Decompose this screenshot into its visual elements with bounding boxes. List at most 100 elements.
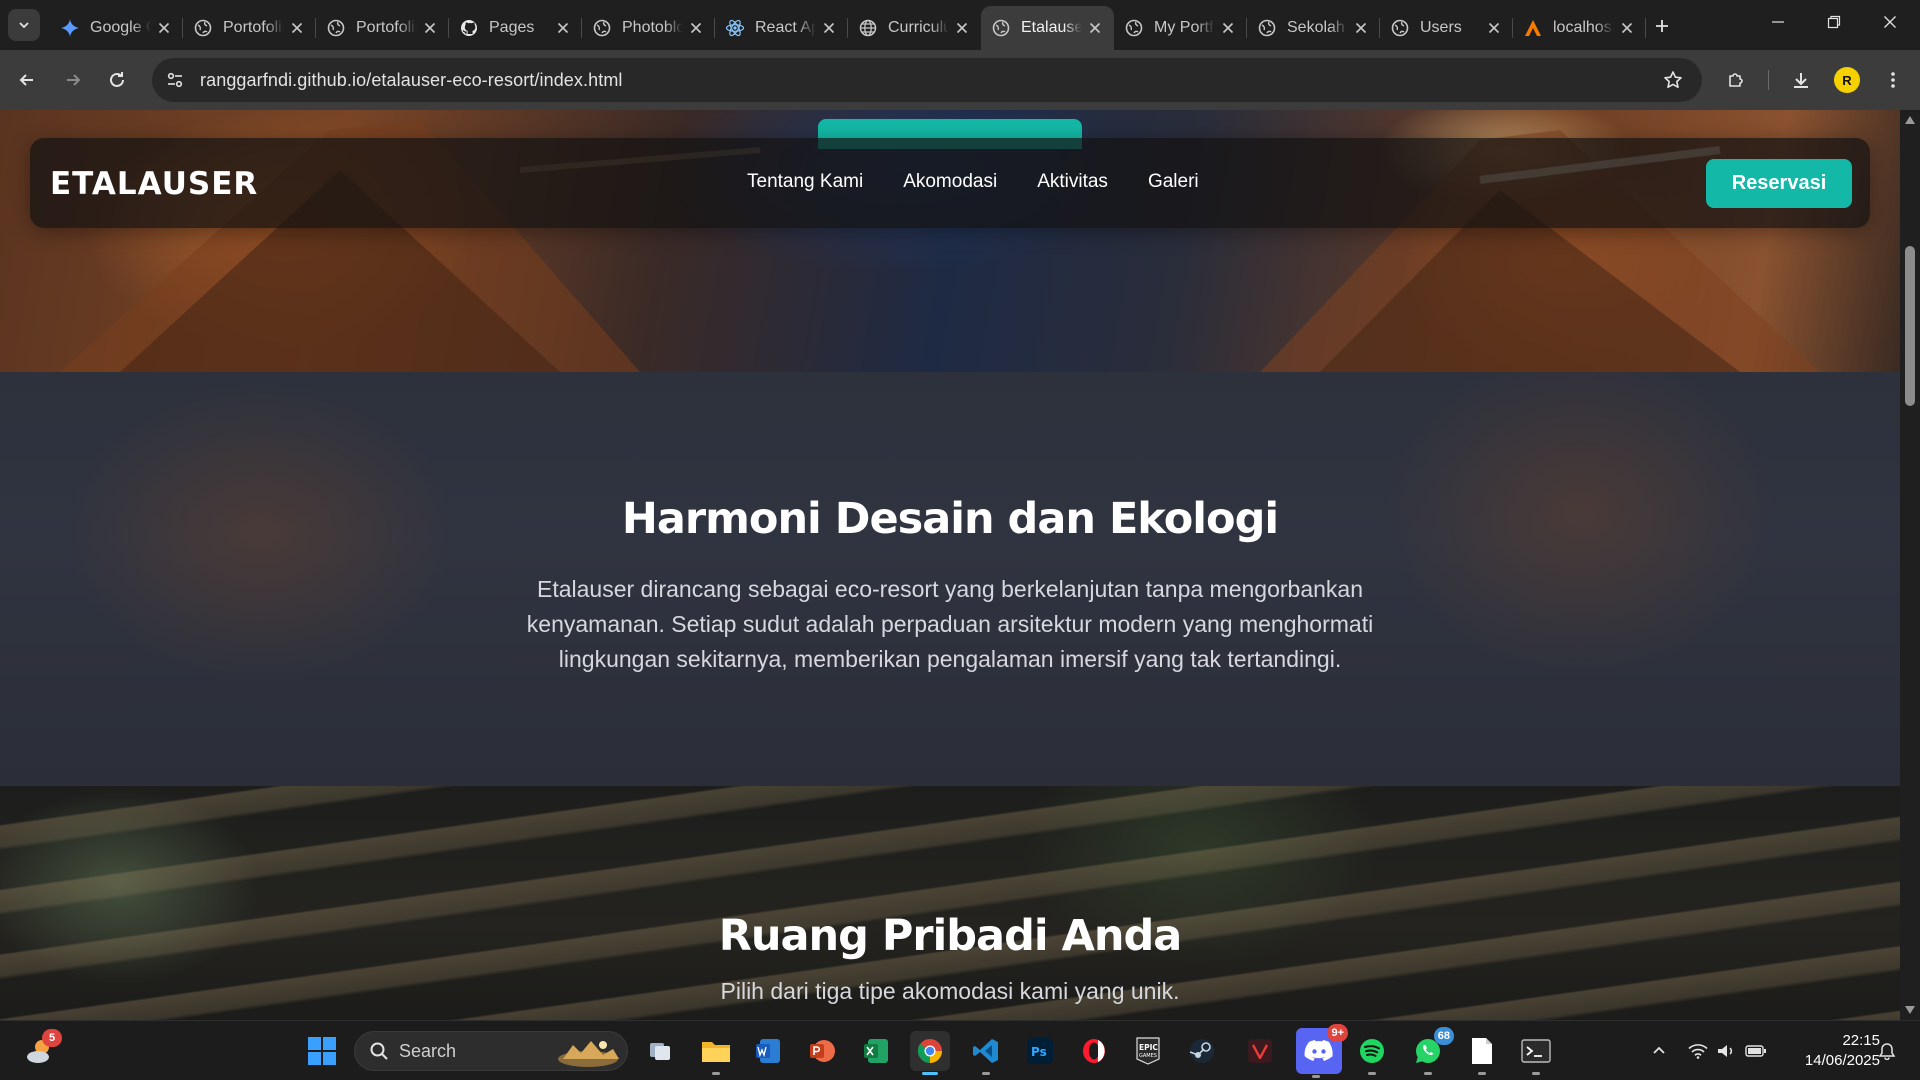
taskbar-app-vivaldi[interactable] — [1240, 1031, 1280, 1071]
menu-button[interactable] — [1876, 63, 1910, 97]
tab-close-button[interactable] — [1352, 19, 1370, 37]
whatsapp-badge: 68 — [1433, 1027, 1454, 1045]
taskbar-app-photoshop[interactable]: Ps — [1020, 1031, 1060, 1071]
taskbar-search-box[interactable]: Search — [354, 1031, 628, 1071]
taskbar-app-powerpoint[interactable] — [802, 1031, 842, 1071]
browser-tab[interactable]: Curriculum — [848, 6, 981, 50]
running-indicator — [1478, 1072, 1486, 1075]
new-tab-button[interactable] — [1648, 12, 1676, 40]
taskbar-app-steam[interactable] — [1182, 1031, 1222, 1071]
tab-close-button[interactable] — [288, 19, 306, 37]
show-hidden-icons-button[interactable] — [1644, 1021, 1674, 1080]
file-explorer-icon — [701, 1038, 731, 1064]
react-icon — [725, 18, 745, 38]
battery-status[interactable] — [1742, 1021, 1770, 1080]
site-logo[interactable]: ETALAUSER — [50, 166, 258, 202]
start-button[interactable] — [302, 1031, 342, 1071]
taskbar-app-whatsapp[interactable]: 68 — [1408, 1027, 1454, 1075]
bookmark-button[interactable] — [1656, 63, 1690, 97]
site-info-button[interactable] — [158, 63, 192, 97]
taskbar-app-task-view[interactable] — [640, 1031, 680, 1071]
nav-link-galeri[interactable]: Galeri — [1148, 171, 1199, 193]
taskbar-app-discord[interactable]: 9+ — [1296, 1024, 1348, 1078]
taskbar-app-spotify[interactable] — [1352, 1031, 1392, 1075]
forward-button[interactable] — [56, 63, 90, 97]
taskbar-app-notepad[interactable] — [1462, 1031, 1502, 1075]
browser-tab[interactable]: My Portfolio — [1114, 6, 1247, 50]
downloads-button[interactable] — [1784, 63, 1818, 97]
opera-icon — [1080, 1037, 1108, 1065]
url-text[interactable]: ranggarfndi.github.io/etalauser-eco-reso… — [200, 70, 623, 91]
extensions-button[interactable] — [1719, 63, 1753, 97]
browser-tab[interactable]: Portofolio — [183, 6, 316, 50]
taskbar-app-vscode[interactable] — [966, 1031, 1006, 1075]
taskbar-app-terminal[interactable] — [1516, 1031, 1556, 1075]
browser-tab[interactable]: Users — [1380, 6, 1513, 50]
close-icon — [956, 22, 968, 34]
taskbar-app-word[interactable] — [748, 1031, 788, 1071]
nav-link-aktivitas[interactable]: Aktivitas — [1037, 171, 1108, 193]
svg-text:GAMES: GAMES — [1139, 1053, 1157, 1059]
tab-close-button[interactable] — [1485, 19, 1503, 37]
nav-link-akomodasi[interactable]: Akomodasi — [903, 171, 997, 193]
minimize-icon — [1772, 21, 1784, 23]
reservasi-button[interactable]: Reservasi — [1706, 159, 1852, 208]
scroll-thumb[interactable] — [1905, 246, 1915, 406]
close-icon — [1222, 22, 1234, 34]
toolbar-divider — [1768, 70, 1769, 90]
scroll-up-arrow[interactable] — [1904, 114, 1916, 126]
taskbar-app-opera[interactable] — [1074, 1031, 1114, 1071]
browser-tab[interactable]: Portofolio — [316, 6, 449, 50]
site-nav-links: Tentang Kami Akomodasi Aktivitas Galeri — [747, 171, 1199, 193]
volume-status[interactable] — [1712, 1021, 1740, 1080]
taskbar-app-chrome[interactable] — [910, 1031, 950, 1075]
tab-close-button[interactable] — [155, 19, 173, 37]
tab-close-button[interactable] — [1618, 19, 1636, 37]
tab-close-button[interactable] — [554, 19, 572, 37]
address-bar[interactable]: ranggarfndi.github.io/etalauser-eco-reso… — [152, 58, 1702, 102]
nav-link-tentang-kami[interactable]: Tentang Kami — [747, 171, 863, 193]
taskbar-clock[interactable]: 22:15 14/06/2025 — [1770, 1031, 1880, 1071]
back-button[interactable] — [10, 63, 44, 97]
taskbar-app-file-explorer[interactable] — [696, 1031, 736, 1075]
weather-badge: 5 — [42, 1029, 62, 1047]
restore-icon — [1827, 15, 1841, 29]
browser-tab[interactable]: React App — [715, 6, 848, 50]
profile-avatar[interactable]: R — [1834, 67, 1860, 93]
tab-search-button[interactable] — [8, 9, 40, 41]
page-scrollbar[interactable] — [1900, 110, 1920, 1020]
restore-button[interactable] — [1806, 0, 1862, 44]
browser-tab[interactable]: Pages — [449, 6, 582, 50]
browser-tab[interactable]: localhost — [1513, 6, 1646, 50]
browser-tab[interactable]: Photoblog — [582, 6, 715, 50]
discord-badge: 9+ — [1327, 1024, 1348, 1042]
tab-title: React App — [755, 19, 816, 36]
tab-close-button[interactable] — [820, 19, 838, 37]
taskbar-app-excel[interactable] — [856, 1031, 896, 1071]
tab-close-button[interactable] — [1219, 19, 1237, 37]
tab-close-button[interactable] — [421, 19, 439, 37]
browser-tab[interactable]: Sekolah — [1247, 6, 1380, 50]
tune-icon — [167, 72, 183, 88]
close-window-button[interactable] — [1862, 0, 1918, 44]
browser-tab[interactable]: Google Gemini — [50, 6, 183, 50]
reload-icon — [110, 72, 124, 87]
download-icon — [1794, 73, 1808, 88]
accommodation-subtitle: Pilih dari tiga tipe akomodasi kami yang… — [720, 978, 1180, 1004]
weather-widget[interactable]: 5 — [20, 1029, 62, 1071]
running-indicator — [1424, 1072, 1432, 1075]
steam-icon — [1188, 1037, 1216, 1065]
reload-button[interactable] — [100, 63, 134, 97]
browser-tab-strip: Google Gemini Portofolio Portofolio Pages Ph… — [0, 0, 1920, 50]
tab-close-button[interactable] — [687, 19, 705, 37]
kebab-menu-icon — [1891, 72, 1895, 88]
search-highlight-illustration — [558, 1041, 619, 1067]
scroll-down-arrow[interactable] — [1904, 1004, 1916, 1016]
taskbar-app-epic-games[interactable]: EPIC GAMES — [1128, 1031, 1168, 1071]
notification-center-button[interactable] — [1872, 1021, 1902, 1080]
wifi-status[interactable] — [1684, 1021, 1712, 1080]
browser-tab[interactable]: Etalauser — [981, 6, 1114, 50]
tab-close-button[interactable] — [953, 19, 971, 37]
tab-close-button[interactable] — [1086, 19, 1104, 37]
minimize-button[interactable] — [1750, 0, 1806, 44]
